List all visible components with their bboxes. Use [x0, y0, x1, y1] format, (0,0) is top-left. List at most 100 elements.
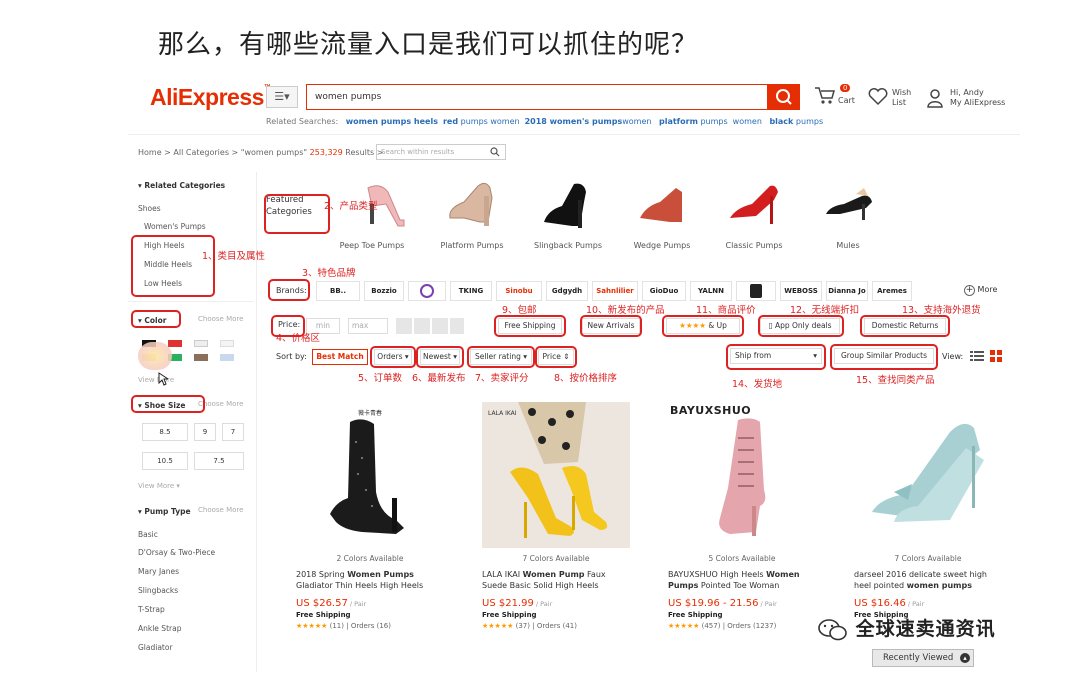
colors-available: 5 Colors Available	[708, 554, 776, 563]
product-title[interactable]: BAYUXSHUO High Heels Women Pumps Pointed…	[668, 569, 816, 591]
brand-logo[interactable]: Aremes	[872, 281, 912, 301]
product-image[interactable]: BAYUXSHUO	[668, 402, 816, 548]
related-search-link[interactable]: women	[622, 117, 654, 126]
featured-platform-pumps[interactable]: Platform Pumps	[432, 241, 512, 250]
price-range-slider[interactable]	[396, 318, 464, 334]
account-menu[interactable]: Hi, Andy My AliExpress	[926, 88, 1005, 112]
user-greeting: Hi, Andy	[950, 88, 984, 97]
product-card[interactable]: BAYUXSHUO 5 Colors Available BAYUXSHUO H…	[668, 402, 816, 630]
product-image-platform[interactable]	[444, 178, 504, 230]
featured-classic-pumps[interactable]: Classic Pumps	[714, 241, 794, 250]
brand-logo[interactable]: BB..	[316, 281, 360, 301]
pump-type-item[interactable]: Ankle Strap	[138, 624, 181, 633]
featured-slingback-pumps[interactable]: Slingback Pumps	[528, 241, 608, 250]
recently-viewed-tab[interactable]: Recently Viewed ▴	[872, 649, 974, 667]
review-count[interactable]: (457)	[702, 622, 721, 630]
cart-button[interactable]: 0 Cart	[814, 84, 855, 110]
size-option[interactable]: 10.5	[142, 452, 188, 470]
list-view-icon[interactable]	[970, 350, 984, 362]
pump-type-item[interactable]: Slingbacks	[138, 586, 178, 595]
product-card[interactable]: LALA IKAI 7 Colors Available LALA IKAI W…	[482, 402, 630, 630]
size-option[interactable]: 7.5	[194, 452, 244, 470]
pump-type-choose-more[interactable]: Choose More	[198, 506, 243, 514]
price-unit: / Pair	[905, 600, 925, 608]
pump-type-item[interactable]: Gladiator	[138, 643, 173, 652]
color-swatch-white[interactable]	[194, 340, 208, 347]
product-title[interactable]: darseel 2016 delicate sweet high heel po…	[854, 569, 1002, 591]
related-search-link[interactable]: women pumps heels	[346, 117, 438, 126]
review-count[interactable]: (37)	[516, 622, 530, 630]
brand-logo[interactable]: WEBOSS	[780, 281, 822, 301]
product-image[interactable]: LALA IKAI	[482, 402, 630, 548]
price-max-input[interactable]: max	[348, 318, 388, 334]
search-within-input[interactable]: Search within results	[376, 144, 506, 160]
brands-more-button[interactable]: + More	[964, 285, 997, 296]
brand-logo[interactable]: GioDuo	[642, 281, 686, 301]
product-image-wedge[interactable]	[636, 182, 688, 226]
product-image[interactable]	[854, 402, 1002, 548]
rating-stars: ★★★★★ (11) | Orders (16)	[296, 622, 391, 630]
brand-logo[interactable]: Dianna Jo	[826, 281, 868, 301]
review-count[interactable]: (11)	[330, 622, 344, 630]
category-menu-button[interactable]: ☰▾	[266, 86, 298, 108]
product-card[interactable]: 薇卡青春 2 Colors Available 2018 Spring Wome…	[296, 402, 444, 630]
sort-best-match[interactable]: Best Match	[312, 349, 368, 365]
featured-mules[interactable]: Mules	[808, 241, 888, 250]
pump-type-item[interactable]: D'Orsay & Two-Piece	[138, 548, 215, 557]
product-image[interactable]: 薇卡青春	[296, 402, 444, 548]
grid-view-icon[interactable]	[990, 350, 1002, 362]
breadcrumb-path[interactable]: Home > All Categories > "women pumps"	[138, 148, 307, 157]
annotation-box-brands	[268, 279, 310, 301]
color-swatch-beige[interactable]	[220, 340, 234, 347]
product-image-mules[interactable]	[822, 186, 878, 224]
featured-peep-toe-pumps[interactable]: Peep Toe Pumps	[332, 241, 412, 250]
featured-wedge-pumps[interactable]: Wedge Pumps	[622, 241, 702, 250]
product-card[interactable]: 7 Colors Available darseel 2016 delicate…	[854, 402, 1002, 619]
brand-logo[interactable]: Gdgydh	[546, 281, 588, 301]
search-button[interactable]	[768, 84, 800, 110]
product-title[interactable]: LALA IKAI Women Pump Faux Suede Basic So…	[482, 569, 630, 591]
price-value: US $19.96 - 21.56	[668, 598, 759, 609]
cart-count-badge: 0	[840, 84, 851, 92]
color-swatch-brown[interactable]	[194, 354, 208, 361]
aliexpress-logo[interactable]: AliExpress™	[150, 84, 271, 111]
wish-list-button[interactable]: Wish List	[868, 88, 911, 110]
title-part: Gladiator Thin Heels High Heels	[296, 581, 424, 590]
brand-logo[interactable]: Sahnlilier	[592, 281, 638, 301]
pump-type-item[interactable]: Basic	[138, 530, 158, 539]
related-search-link[interactable]: red pumps women	[443, 117, 520, 126]
related-search-link[interactable]: black pumps	[769, 117, 823, 126]
brand-logo[interactable]: Bozzio	[364, 281, 404, 301]
colors-available: 2 Colors Available	[336, 554, 404, 563]
search-within-icon[interactable]	[490, 147, 500, 157]
color-view-more[interactable]: View More	[138, 376, 174, 384]
size-option[interactable]: 9	[194, 423, 216, 441]
brand-logo[interactable]: TKING	[450, 281, 492, 301]
yellow-pump-image	[482, 402, 630, 548]
search-input[interactable]: women pumps	[306, 84, 768, 110]
related-search-link[interactable]: women	[733, 117, 765, 126]
shop-brand-text: LALA IKAI	[488, 410, 517, 417]
product-image-classic[interactable]	[726, 180, 784, 226]
color-choose-more[interactable]: Choose More	[198, 315, 243, 323]
sidebar-item-womens-pumps[interactable]: Women's Pumps	[144, 222, 206, 231]
related-search-link[interactable]: platform pumps	[659, 117, 728, 126]
brand-logo[interactable]: YALNN	[690, 281, 732, 301]
brand-logo[interactable]	[408, 281, 446, 301]
color-swatch-red[interactable]	[168, 340, 182, 347]
related-text: women	[622, 117, 654, 126]
annotation-box-free-shipping	[494, 315, 566, 337]
size-option[interactable]: 8.5	[142, 423, 188, 441]
sidebar-item-shoes[interactable]: Shoes	[138, 204, 161, 213]
pump-type-item[interactable]: Mary Janes	[138, 567, 179, 576]
brand-logo[interactable]	[736, 281, 776, 301]
product-title[interactable]: 2018 Spring Women Pumps Gladiator Thin H…	[296, 569, 444, 591]
related-search-link[interactable]: 2018 women's pumps	[525, 117, 623, 126]
size-option[interactable]: 7	[222, 423, 244, 441]
product-image-slingback[interactable]	[540, 180, 596, 230]
color-swatch-blue[interactable]	[220, 354, 234, 361]
pump-type-item[interactable]: T-Strap	[138, 605, 165, 614]
colors-available: 7 Colors Available	[522, 554, 590, 563]
size-view-more[interactable]: View More ▾	[138, 482, 180, 490]
brand-logo[interactable]: Sinobu	[496, 281, 542, 301]
